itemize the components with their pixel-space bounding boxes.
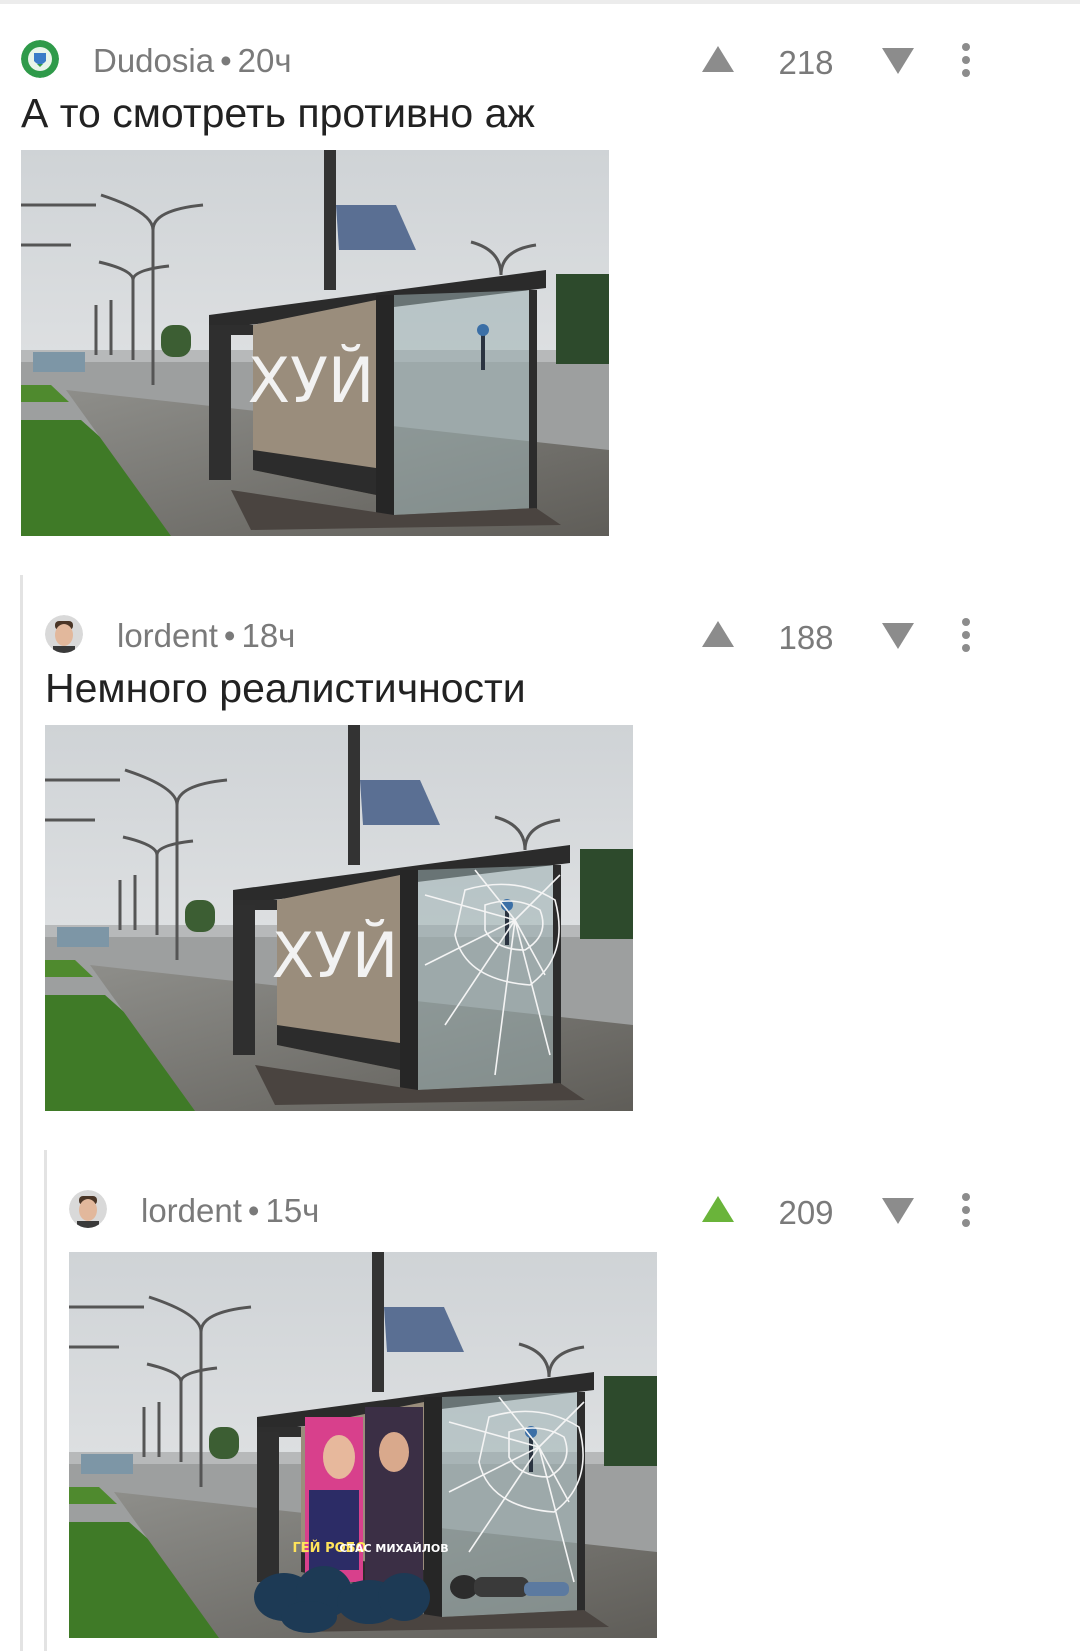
- vote-controls: 209: [696, 1188, 1036, 1232]
- upvote-button[interactable]: [696, 1188, 740, 1232]
- comment-header: lordent • 15ч 209: [69, 1178, 1036, 1238]
- comment-meta: lordent • 15ч: [141, 1192, 319, 1230]
- vote-score: 218: [778, 44, 834, 81]
- avatar[interactable]: [69, 1190, 107, 1228]
- poster-right-text: СТАС МИХАЙЛОВ: [339, 1542, 448, 1555]
- comment-image[interactable]: ХУЙ: [21, 150, 609, 536]
- more-options-button[interactable]: [954, 38, 978, 82]
- comment-header: lordent • 18ч 188: [45, 603, 1036, 663]
- vote-score: 188: [778, 619, 834, 656]
- comment-time: 18ч: [241, 617, 296, 654]
- downvote-button[interactable]: [876, 1188, 920, 1232]
- more-options-icon: [962, 618, 970, 652]
- upvote-icon: [702, 621, 734, 647]
- more-options-icon: [962, 43, 970, 77]
- thread-indent-line: [20, 575, 23, 1651]
- downvote-icon: [882, 623, 914, 649]
- comment: lordent • 15ч 209 ГЕЙ РОБОТ СТАС МИХАЙЛОВ: [69, 1178, 1036, 1638]
- comment-meta: lordent • 18ч: [117, 617, 295, 655]
- comment-time: 15ч: [265, 1192, 320, 1229]
- comment-time: 20ч: [237, 42, 292, 79]
- avatar[interactable]: [45, 615, 83, 653]
- comment-meta: Dudosia • 20ч: [93, 42, 292, 80]
- vote-score: 209: [778, 1194, 834, 1231]
- separator-dot: •: [223, 617, 236, 654]
- more-options-button[interactable]: [954, 1188, 978, 1232]
- comment: Dudosia • 20ч 218 А то смотреть противно а…: [21, 28, 1036, 536]
- comment-text: А то смотреть противно аж: [21, 90, 535, 136]
- downvote-icon: [882, 1198, 914, 1224]
- separator-dot: •: [220, 42, 232, 79]
- author-name[interactable]: Dudosia: [93, 42, 214, 79]
- downvote-button[interactable]: [876, 38, 920, 82]
- author-name[interactable]: lordent: [141, 1192, 242, 1229]
- vote-controls: 188: [696, 613, 1036, 657]
- comment-image[interactable]: ГЕЙ РОБОТ СТАС МИХАЙЛОВ: [69, 1252, 657, 1638]
- upvote-button[interactable]: [696, 613, 740, 657]
- upvote-icon: [702, 1196, 734, 1222]
- graffiti-text: ХУЙ: [248, 344, 375, 417]
- avatar[interactable]: [21, 40, 59, 78]
- comment-image[interactable]: ХУЙ: [45, 725, 633, 1111]
- author-name[interactable]: lordent: [117, 617, 218, 654]
- graffiti-text: ХУЙ: [272, 919, 399, 992]
- more-options-icon: [962, 1193, 970, 1227]
- downvote-icon: [882, 48, 914, 74]
- top-divider: [0, 0, 1080, 4]
- more-options-button[interactable]: [954, 613, 978, 657]
- separator-dot: •: [247, 1192, 260, 1229]
- comment: lordent • 18ч 188 Немного реалистичности Х…: [45, 603, 1036, 1111]
- comment-header: Dudosia • 20ч 218: [21, 28, 1036, 88]
- vote-controls: 218: [696, 38, 1036, 82]
- comment-text: Немного реалистичности: [45, 665, 526, 711]
- downvote-button[interactable]: [876, 613, 920, 657]
- upvote-button[interactable]: [696, 38, 740, 82]
- thread-indent-line: [44, 1150, 47, 1651]
- upvote-icon: [702, 46, 734, 72]
